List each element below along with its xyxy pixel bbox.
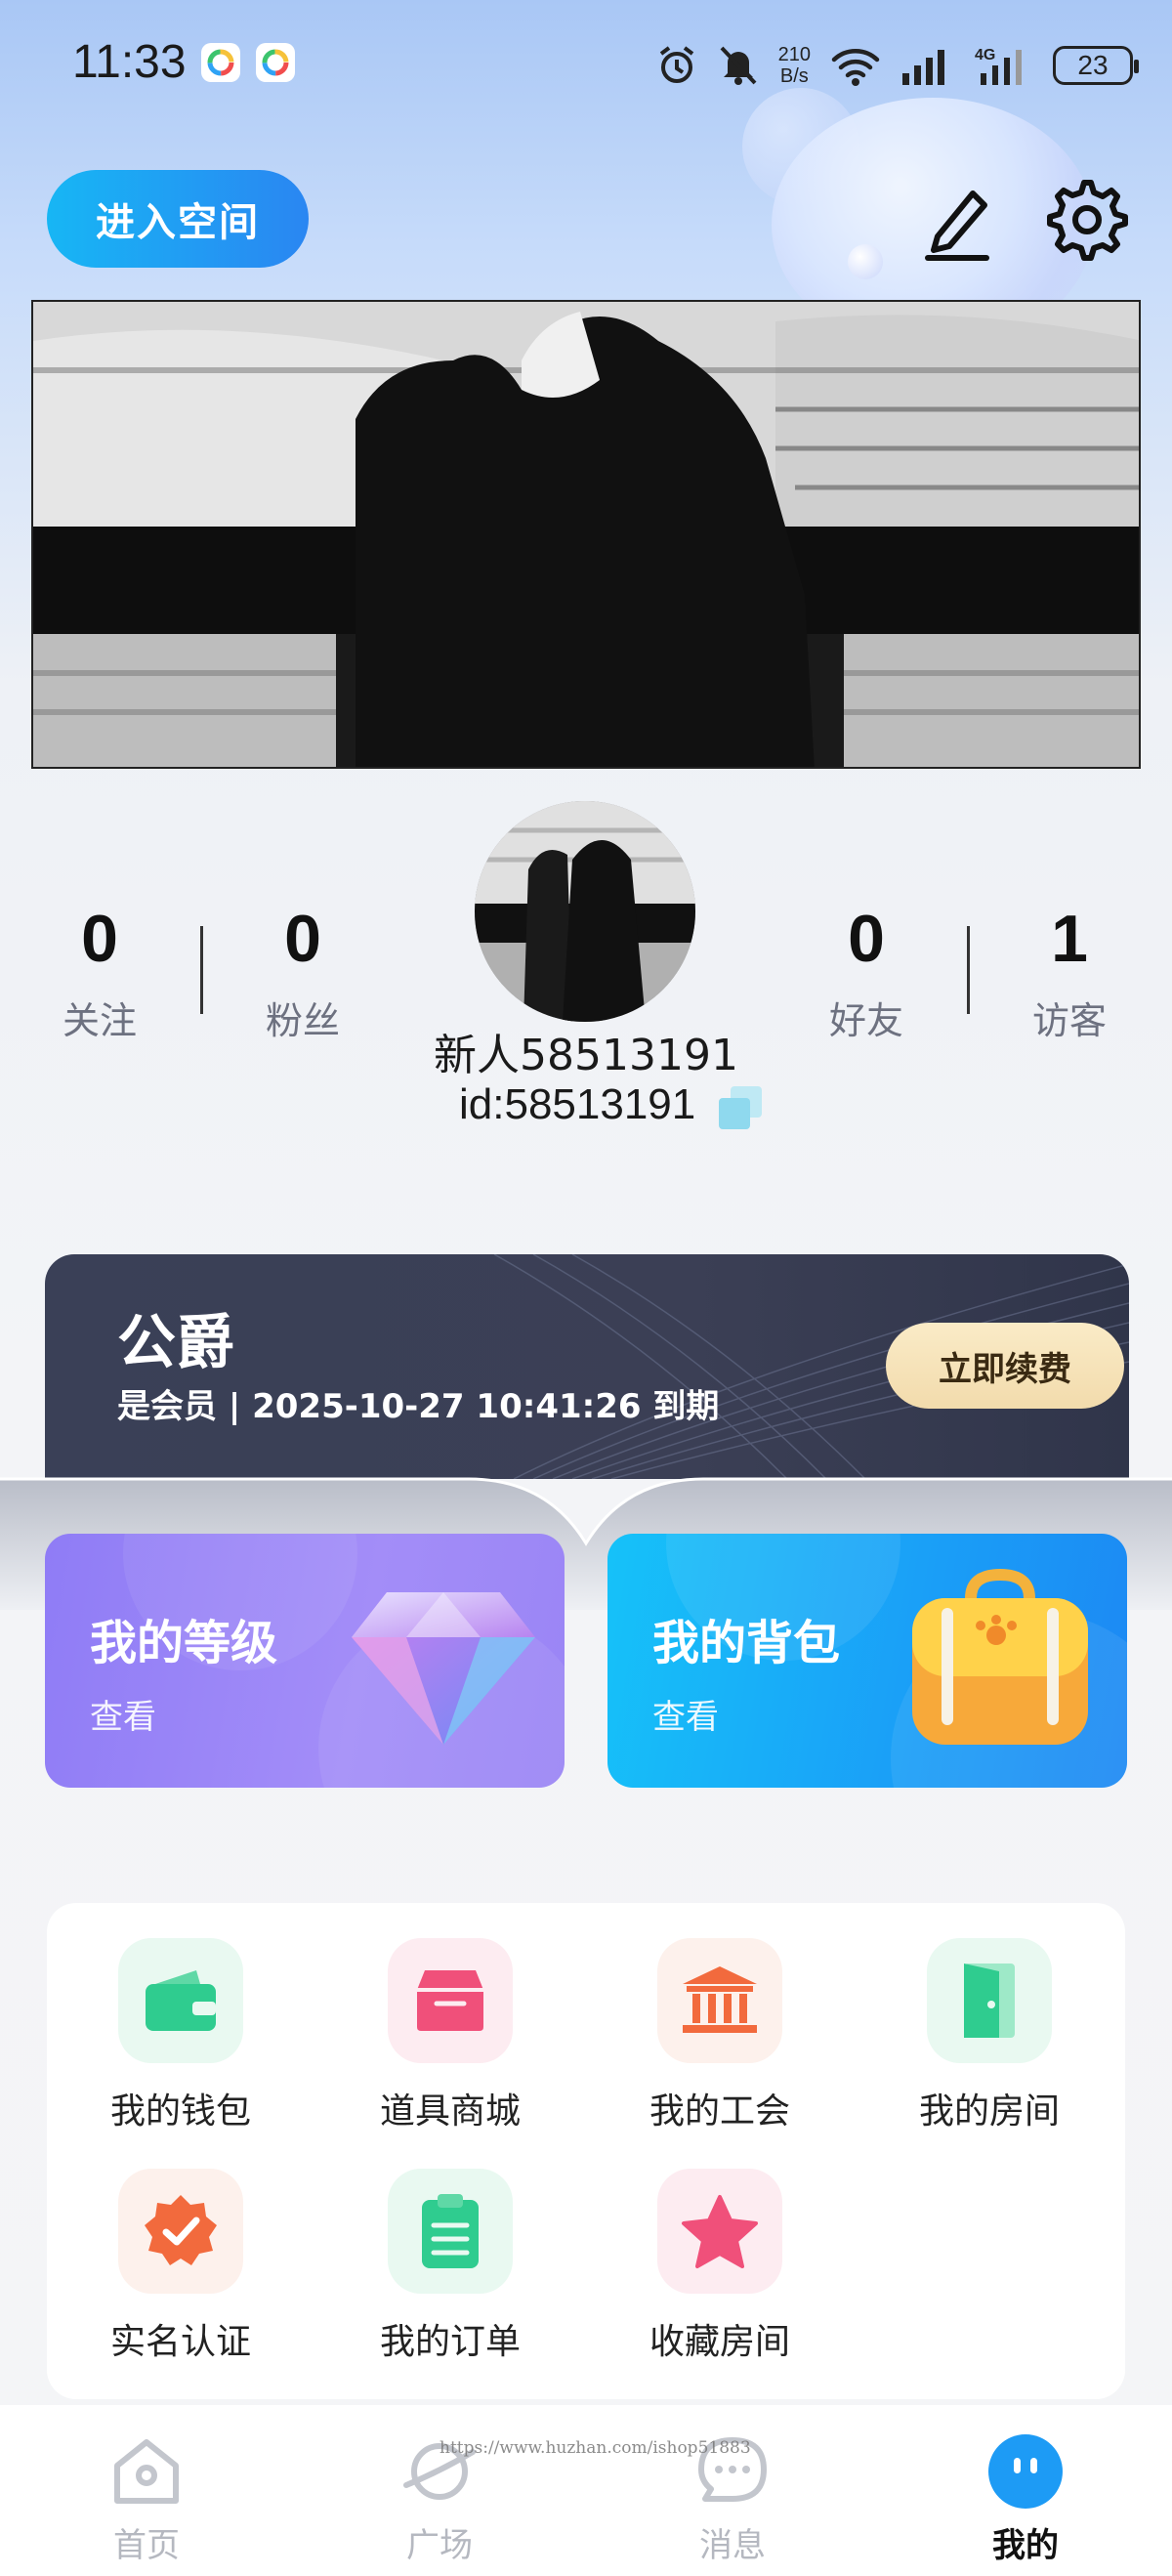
diamond-icon bbox=[352, 1592, 535, 1745]
following-count[interactable]: 0 bbox=[31, 901, 168, 977]
grid-item-wallet[interactable]: 我的钱包 bbox=[73, 1938, 288, 2133]
grid-item-label: 我的房间 bbox=[918, 2091, 1060, 2132]
settings-gear-icon[interactable] bbox=[1045, 178, 1129, 262]
renew-button[interactable]: 立即续费 bbox=[886, 1323, 1124, 1409]
enter-space-button[interactable]: 进入空间 bbox=[47, 170, 309, 268]
alarm-icon bbox=[659, 46, 693, 83]
username: 新人58513191 bbox=[434, 1031, 738, 1080]
grid-item-label: 我的工会 bbox=[649, 2091, 790, 2132]
friends-count[interactable]: 0 bbox=[798, 901, 935, 977]
mute-icon bbox=[720, 46, 757, 85]
grid-item-verify[interactable]: 实名认证 bbox=[73, 2169, 288, 2364]
grid-item-label: 实名认证 bbox=[109, 2322, 251, 2362]
status-time: 11:33 bbox=[72, 36, 187, 88]
grid-item-label: 收藏房间 bbox=[649, 2322, 790, 2362]
wifi-icon bbox=[831, 49, 880, 86]
home-icon bbox=[114, 2439, 179, 2504]
shop-icon bbox=[388, 1938, 513, 2063]
divider bbox=[967, 926, 970, 1014]
grid-item-guild[interactable]: 我的工会 bbox=[612, 1938, 827, 2133]
my-level-card[interactable]: 我的等级 查看 bbox=[45, 1534, 565, 1788]
my-bag-card[interactable]: 我的背包 查看 bbox=[607, 1534, 1127, 1788]
tab-label: 我的 bbox=[992, 2526, 1059, 2565]
net-speed: 210 B/s bbox=[777, 44, 811, 87]
visitors-count[interactable]: 1 bbox=[1001, 901, 1138, 977]
vip-title: 公爵 bbox=[117, 1309, 234, 1377]
my-level-view: 查看 bbox=[90, 1698, 156, 1737]
user-id: id:58513191 bbox=[459, 1080, 696, 1128]
grid-item-favorites[interactable]: 收藏房间 bbox=[612, 2169, 827, 2364]
tab-mine[interactable]: 我的 bbox=[947, 2432, 1104, 2566]
grid-item-room[interactable]: 我的房间 bbox=[882, 1938, 1097, 2133]
tab-label: 首页 bbox=[113, 2526, 180, 2565]
app-notification-icon bbox=[256, 43, 295, 82]
status-icons: 210 B/s 4G 23 bbox=[655, 39, 1139, 92]
signal-4g-icon: 4G bbox=[975, 47, 1022, 85]
backpack-icon bbox=[912, 1569, 1088, 1745]
svg-text:4G: 4G bbox=[975, 47, 995, 63]
fans-count[interactable]: 0 bbox=[234, 901, 371, 977]
battery-icon: 23 bbox=[1053, 46, 1139, 85]
grid-item-label: 我的订单 bbox=[379, 2322, 521, 2362]
guild-icon bbox=[657, 1938, 782, 2063]
avatar[interactable] bbox=[475, 801, 695, 1022]
my-bag-view: 查看 bbox=[652, 1698, 719, 1737]
tab-label: 广场 bbox=[406, 2526, 473, 2565]
grid-item-order[interactable]: 我的订单 bbox=[343, 2169, 558, 2364]
visitors-label[interactable]: 访客 bbox=[1001, 991, 1138, 1044]
vip-expiry: 是会员 | 2025-10-27 10:41:26 到期 bbox=[117, 1387, 720, 1426]
profile-face-icon bbox=[988, 2434, 1063, 2509]
door-icon bbox=[927, 1938, 1052, 2063]
divider bbox=[200, 926, 203, 1014]
verify-icon bbox=[118, 2169, 243, 2294]
copy-icon[interactable] bbox=[715, 1082, 766, 1133]
grid-item-label: 道具商城 bbox=[379, 2091, 521, 2132]
grid-item-shop[interactable]: 道具商城 bbox=[343, 1938, 558, 2133]
wallet-icon bbox=[118, 1938, 243, 2063]
signal-icon bbox=[902, 50, 944, 85]
decor-bubble-tiny bbox=[848, 244, 883, 279]
edit-icon[interactable] bbox=[918, 176, 996, 264]
grid-item-label: 我的钱包 bbox=[109, 2091, 251, 2132]
app-notification-icon bbox=[201, 43, 240, 82]
tab-label: 消息 bbox=[699, 2526, 766, 2565]
order-icon bbox=[388, 2169, 513, 2294]
my-level-title: 我的等级 bbox=[90, 1616, 278, 1670]
profile-cover-image[interactable] bbox=[31, 300, 1141, 769]
watermark: https://www.huzhan.com/ishop51883 bbox=[440, 2438, 751, 2458]
following-label[interactable]: 关注 bbox=[31, 991, 168, 1044]
tab-home[interactable]: 首页 bbox=[68, 2432, 225, 2566]
star-icon bbox=[657, 2169, 782, 2294]
my-bag-title: 我的背包 bbox=[652, 1616, 841, 1670]
